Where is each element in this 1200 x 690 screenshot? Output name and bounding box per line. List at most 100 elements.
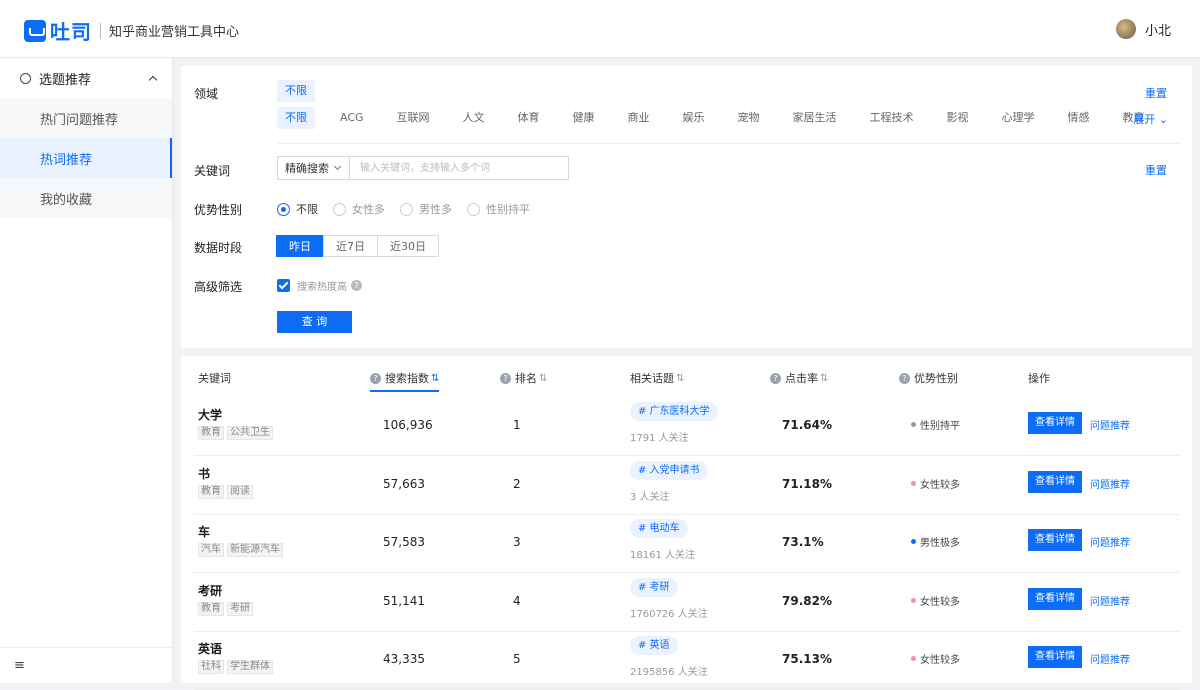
view-detail-button[interactable]: 查看详情 [1028,529,1082,551]
help-icon[interactable]: ? [770,372,781,384]
sort-icon[interactable]: ⇅ [539,373,547,384]
keyword-reset-link[interactable]: 重置 [1145,162,1167,178]
sort-icon[interactable]: ⇅ [431,373,439,384]
period-7d-button[interactable]: 近7日 [323,235,378,257]
results-table: 关键词 ? 搜索指数 ⇅ ? 排名 ⇅ 相关话题 ⇅ ? 点击率 ⇅ ? 优势性别 操作 大学教… [181,356,1192,690]
divider [277,143,1180,144]
gender-radio-male[interactable]: 男性多 [400,201,452,217]
sidebar-item-favorites[interactable]: 我的收藏 [0,178,172,218]
column-header-label[interactable]: 搜索指数 [385,370,429,386]
recommend-questions-link[interactable]: 问题推荐 [1090,417,1130,432]
help-icon[interactable]: ? [370,372,381,384]
gender-radio-equal[interactable]: 性别持平 [467,201,530,217]
topic-tag[interactable]: # 入党申请书 [630,460,708,480]
column-header-ctr[interactable]: ? 点击率 ⇅ [770,370,828,386]
topic-tag[interactable]: # 考研 [630,577,678,597]
domain-option[interactable]: ACG [332,107,372,129]
column-header-label[interactable]: 点击率 [785,370,818,386]
recommend-questions-link[interactable]: 问题推荐 [1090,476,1130,491]
logo-text: 吐司 [50,20,92,44]
period-yesterday-button[interactable]: 昨日 [276,235,324,257]
advanced-filter-option[interactable]: 搜索热度高 ? [277,278,362,293]
avatar[interactable] [1115,19,1136,39]
domain-option[interactable]: 体育 [510,107,548,129]
user-menu[interactable]: 小北 [1115,19,1171,39]
keyword-tag: 阅读 [227,484,253,499]
domain-option[interactable]: 影视 [939,107,977,129]
help-icon[interactable]: ? [500,372,511,384]
checkbox-checked-icon[interactable] [277,279,290,292]
ctr-cell: 75.13% [782,652,832,666]
topic-tag[interactable]: # 电动车 [630,519,688,538]
sort-icon[interactable]: ⇅ [820,373,828,384]
column-header-topic[interactable]: 相关话题 ⇅ [630,370,684,386]
column-header-search-index[interactable]: ? 搜索指数 ⇅ [370,370,440,392]
domain-reset-link[interactable]: 重置 [1145,85,1167,101]
domain-option[interactable]: 情感 [1060,107,1098,129]
view-detail-button[interactable]: 查看详情 [1028,646,1082,668]
keyword-tag: 考研 [227,601,253,616]
keyword-mode-select[interactable]: 精确搜索 [278,157,350,179]
sidebar-group-topic-recommend[interactable]: 选题推荐 [0,58,172,98]
help-icon[interactable]: ? [899,372,910,384]
keyword-input[interactable] [350,157,568,179]
user-name[interactable]: 小北 [1145,20,1171,39]
rank-cell: 3 [513,535,521,549]
domain-option[interactable]: 心理学 [994,107,1043,129]
sidebar-item-hot-questions[interactable]: 热门问题推荐 [0,98,172,138]
view-detail-button[interactable]: 查看详情 [1028,412,1082,434]
sidebar-collapse-button[interactable]: ≡ [0,647,173,683]
recommend-questions-link[interactable]: 问题推荐 [1090,534,1130,549]
domain-option[interactable]: 家居生活 [785,107,845,129]
ctr-cell: 79.82% [782,593,832,608]
keyword-tags: 汽车 新能源汽车 [198,543,286,557]
expand-link[interactable]: 展开 ⌄ [1133,111,1168,127]
domain-option[interactable]: 健康 [565,107,603,129]
chevron-up-icon[interactable] [148,75,158,85]
gender-dot-icon [911,656,916,661]
gender-value: 男性极多 [920,538,960,549]
topic-tag[interactable]: # 英语 [630,636,678,655]
menu-fold-icon[interactable]: ≡ [14,658,25,673]
domain-option[interactable]: 人文 [455,107,493,129]
gender-radio-female[interactable]: 女性多 [333,201,385,217]
domain-selected-chip[interactable]: 不限 [277,80,315,102]
domain-option[interactable]: 不限 [277,107,315,129]
query-button[interactable]: 查 询 [277,311,352,333]
domain-option[interactable]: 宠物 [730,107,768,129]
sort-icon[interactable]: ⇅ [676,373,684,384]
table-row: 书教育 阅读 57,663 2 # 入党申请书 3 人关注 71.18% 女性较多 查看详情 问题… [194,457,1180,515]
gender-radio-any[interactable]: 不限 [277,201,318,217]
domain-option[interactable]: 工程技术 [862,107,922,129]
domain-option[interactable]: 互联网 [389,107,438,129]
column-header-gender: ? 优势性别 [899,370,958,386]
radio-icon [400,202,413,216]
keyword-tags: 社科 学生群体 [198,660,276,674]
advanced-option-label[interactable]: 搜索热度高 [297,278,347,293]
column-header-label: 关键词 [198,372,231,385]
column-header-label[interactable]: 排名 [515,370,537,386]
domain-options: 不限 ACG 互联网 人文 体育 健康 商业 娱乐 宠物 家居生活 工程技术 影… [277,107,1170,129]
topic-followers: 3 人关注 [630,491,670,503]
help-icon[interactable]: ? [351,280,362,291]
column-header-rank[interactable]: ? 排名 ⇅ [500,370,547,386]
column-header-label[interactable]: 相关话题 [630,370,674,386]
period-30d-button[interactable]: 近30日 [377,235,439,257]
keyword-mode-value[interactable]: 精确搜索 [285,160,329,176]
view-detail-button[interactable]: 查看详情 [1028,470,1082,493]
domain-option[interactable]: 商业 [620,107,658,129]
recommend-questions-link[interactable]: 问题推荐 [1090,593,1130,608]
column-header-action: 操作 [1028,370,1050,386]
table-row: 考研 教育 考研 51,141 4 # 考研 1760726 人关注 79.82% 女性较多 查看… [194,574,1180,632]
domain-option[interactable]: 娱乐 [675,107,713,129]
keyword-tags: 教育 阅读 [198,484,256,499]
recommend-questions-link[interactable]: 问题推荐 [1090,651,1130,666]
sidebar-item-hot-words[interactable]: 热词推荐 [0,138,172,178]
expand-label[interactable]: 展开 [1133,113,1155,126]
topic-tag[interactable]: # 广东医科大学 [630,402,718,421]
brand-logo[interactable]: 吐司 知乎商业营销工具中心 [24,16,239,45]
rank-cell: 1 [513,418,521,432]
gender-label: 优势性别 [194,203,243,217]
keyword-tag: 公共卫生 [227,426,273,440]
view-detail-button[interactable]: 查看详情 [1028,587,1082,610]
